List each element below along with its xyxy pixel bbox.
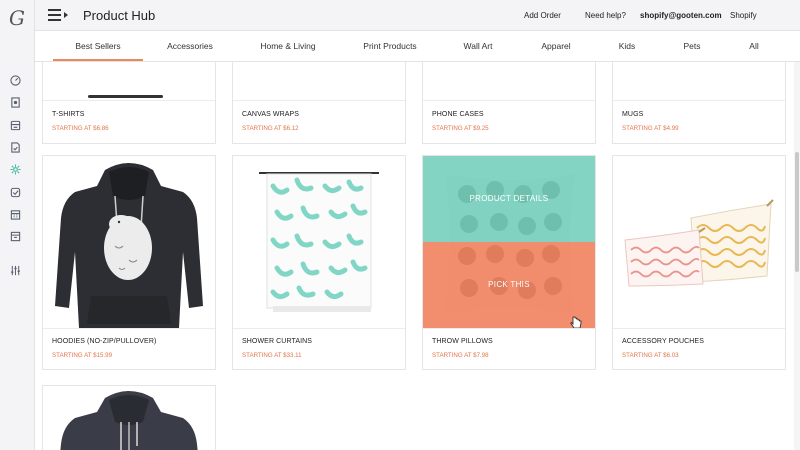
tab-pets[interactable]: Pets [683,41,700,51]
product-price: STARTING AT $33.11 [242,352,302,359]
product-name: MUGS [622,111,644,118]
category-tabs: Best Sellers Accessories Home & Living P… [35,31,800,62]
product-name: T-SHIRTS [52,111,85,118]
product-image [233,62,405,101]
menu-toggle-icon[interactable] [48,9,68,21]
tab-apparel[interactable]: Apparel [541,41,570,51]
archive-icon[interactable] [10,231,21,242]
tab-accessories[interactable]: Accessories [167,41,213,51]
account-link[interactable]: shopify@gooten.com [640,11,722,20]
active-tab-indicator [53,59,143,61]
pick-this-label: PICK THIS [488,280,530,289]
product-price: STARTING AT $9.25 [432,125,489,132]
tab-all[interactable]: All [749,41,758,51]
product-image [233,156,405,329]
product-image [423,62,595,101]
product-card-shower-curtains[interactable]: SHOWER CURTAINS STARTING AT $33.11 [232,155,406,370]
product-name: CANVAS WRAPS [242,111,300,118]
product-price: STARTING AT $6.86 [52,125,109,132]
left-sidebar: G [0,0,35,450]
product-card-t-shirts[interactable]: T-SHIRTS STARTING AT $6.86 [42,62,216,144]
tab-wall-art[interactable]: Wall Art [464,41,493,51]
tab-home-living[interactable]: Home & Living [260,41,315,51]
product-image [43,62,215,101]
product-name: THROW PILLOWS [432,338,493,345]
product-card-accessory-pouches[interactable]: ACCESSORY POUCHES STARTING AT $6.03 [612,155,786,370]
product-name: PHONE CASES [432,111,484,118]
checklist-icon[interactable] [10,187,21,198]
top-header: Product Hub Add Order Need help? shopify… [35,0,800,31]
tab-best-sellers[interactable]: Best Sellers [75,41,120,51]
product-name: SHOWER CURTAINS [242,338,313,345]
product-price: STARTING AT $15.99 [52,352,113,359]
product-card-phone-cases[interactable]: PHONE CASES STARTING AT $9.25 [422,62,596,144]
product-image [43,386,215,450]
calendar-icon[interactable] [10,209,21,220]
product-price: STARTING AT $6.03 [622,352,679,359]
settings-sliders-icon[interactable] [10,265,21,276]
scrollbar[interactable] [794,62,800,450]
product-grid: T-SHIRTS STARTING AT $6.86 CANVAS WRAPS … [35,62,793,450]
product-details-overlay[interactable]: PRODUCT DETAILS [423,156,595,242]
product-image [613,156,785,329]
product-price: STARTING AT $4.99 [622,125,679,132]
product-image [43,156,215,329]
product-card-canvas-wraps[interactable]: CANVAS WRAPS STARTING AT $6.12 [232,62,406,144]
product-hub-icon[interactable] [10,164,21,175]
platform-link[interactable]: Shopify [730,11,757,20]
gooten-logo[interactable]: G [9,6,25,30]
product-card-hoodies[interactable]: HOODIES (NO-ZIP/PULLOVER) STARTING AT $1… [42,155,216,370]
tab-print-products[interactable]: Print Products [363,41,416,51]
orders-icon[interactable] [10,97,21,108]
product-details-label: PRODUCT DETAILS [469,194,549,203]
product-image: PRODUCT DETAILS PICK THIS [423,156,595,329]
product-name: HOODIES (NO-ZIP/PULLOVER) [52,338,157,345]
scrollbar-thumb[interactable] [795,152,799,272]
page-title: Product Hub [83,8,156,23]
product-price: STARTING AT $7.98 [432,352,489,359]
product-card-zip-hoodie[interactable] [42,385,216,450]
product-image [613,62,785,101]
dashboard-icon[interactable] [10,75,21,86]
document-icon[interactable] [10,142,21,153]
product-card-mugs[interactable]: MUGS STARTING AT $4.99 [612,62,786,144]
product-card-throw-pillows[interactable]: PRODUCT DETAILS PICK THIS THROW PILLOWS … [422,155,596,370]
tab-kids[interactable]: Kids [619,41,636,51]
product-name: ACCESSORY POUCHES [622,338,704,345]
product-price: STARTING AT $6.12 [242,125,299,132]
need-help-link[interactable]: Need help? [585,11,626,20]
add-order-link[interactable]: Add Order [524,11,561,20]
store-icon[interactable] [10,120,21,131]
